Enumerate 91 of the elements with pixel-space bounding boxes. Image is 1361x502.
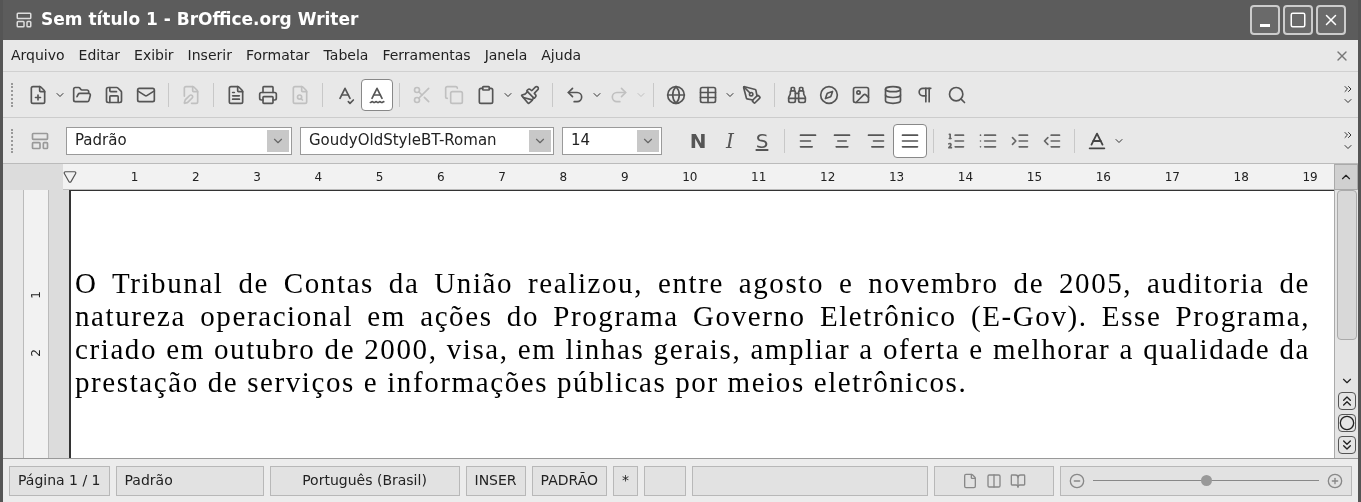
ruler-number: 15 (1026, 168, 1043, 186)
minimize-icon (1260, 24, 1270, 27)
ruler-number: 5 (375, 168, 384, 186)
window-title: Sem título 1 - BrOffice.org Writer (41, 8, 359, 32)
ruler-number: 16 (1095, 168, 1111, 186)
vertical-scrollbar[interactable] (1334, 190, 1358, 458)
format-button[interactable]: S (746, 124, 778, 157)
status-field (644, 465, 686, 496)
ruler-number: 14 (957, 168, 974, 186)
next-page-icon[interactable] (1337, 436, 1356, 454)
combo-box[interactable]: 14 (562, 126, 662, 155)
pen-icon (742, 84, 762, 105)
ruler-number: 8 (559, 168, 568, 186)
maximize-button[interactable] (1283, 5, 1313, 35)
ruler-number: 1 (130, 168, 139, 186)
globe-icon (666, 84, 686, 105)
alignment-button[interactable] (893, 123, 927, 158)
app-icon (15, 11, 33, 29)
scroll-thumb[interactable] (1336, 190, 1357, 340)
page-indicator[interactable]: Página 1 / 1 (9, 465, 110, 496)
ruler-number: 13 (888, 168, 905, 186)
zoom-icon (947, 84, 967, 105)
database-icon (883, 84, 903, 105)
zoom-out-icon[interactable] (1069, 472, 1085, 489)
close-button[interactable] (1316, 5, 1346, 35)
ruler-number: 17 (1164, 168, 1180, 186)
zoom-in-icon[interactable] (1327, 472, 1343, 489)
toolbar-grip[interactable] (11, 82, 14, 107)
combo-value: 14 (571, 130, 592, 152)
format-button[interactable]: N (682, 124, 714, 157)
menu-item[interactable]: Arquivo (11, 45, 65, 66)
scissors-icon (412, 84, 432, 105)
paintbrush-icon (520, 84, 540, 105)
ruler-number: 19 (1302, 168, 1318, 186)
page-style[interactable]: Padrão (115, 465, 264, 496)
zoom-slider-thumb[interactable] (1201, 474, 1212, 486)
menu-item[interactable]: Tabela (323, 45, 369, 66)
indent-marker-icon[interactable] (63, 169, 77, 184)
modified-indicator[interactable]: * (613, 465, 638, 496)
document-paragraph[interactable]: O Tribunal de Contas da União realizou, entre agosto e novembro de 2005, auditoria de natureza operacional em ações do Programa Governo Eletrônico (E-Gov). Esse Programa, criado em outubro de 2000, visa, em linhas gerais, ampliar a oferta e melhorar a qualidade da prestação de serviços e informações públicas por meios eletrônicos. (75, 267, 1310, 399)
copy-icon (444, 84, 464, 105)
ruler-number: 9 (620, 168, 629, 186)
menu-item[interactable]: Exibir (134, 45, 174, 66)
pdf-document-icon (226, 84, 246, 105)
toolbar-grip[interactable] (11, 128, 14, 153)
menu-item[interactable]: Ferramentas (382, 45, 471, 66)
menu-item[interactable]: Editar (78, 45, 121, 66)
selection-mode[interactable]: PADRÃO (531, 465, 607, 496)
ruler-number: 10 (682, 168, 698, 186)
combo-box[interactable]: GoudyOldStyleBT-Roman (300, 126, 554, 155)
folder-icon (72, 84, 92, 105)
maximize-icon (1289, 11, 1307, 29)
binoculars-icon (787, 84, 807, 105)
ruler-number: 3 (253, 168, 261, 186)
toolbar-button[interactable] (361, 78, 393, 111)
minimize-button[interactable] (1250, 5, 1280, 35)
combo-value: GoudyOldStyleBT-Roman (309, 130, 498, 152)
ruler-number: 12 (820, 168, 836, 186)
ruler-number: 11 (751, 168, 767, 186)
language-indicator[interactable]: Português (Brasil) (269, 465, 460, 496)
menu-item[interactable]: Formatar (245, 45, 310, 66)
ruler-number: 6 (437, 168, 445, 186)
single-page-icon[interactable] (962, 472, 978, 489)
save-icon (104, 84, 124, 105)
insert-mode[interactable]: INSER (465, 465, 526, 496)
format-button[interactable]: I (714, 124, 746, 157)
table-icon (698, 84, 718, 105)
page-preview-icon (290, 84, 310, 105)
gallery-icon (851, 84, 871, 105)
compass-icon (819, 84, 839, 105)
ruler-number: 2 (28, 349, 44, 357)
combo-value: Padrão (75, 130, 128, 152)
book-view-icon[interactable] (1010, 472, 1026, 489)
printer-icon (258, 84, 278, 105)
ruler-number: 2 (191, 168, 200, 186)
clipboard-icon (476, 84, 496, 105)
navigation-icon[interactable] (1337, 414, 1356, 432)
redo-icon (609, 84, 629, 105)
menu-item[interactable]: Janela (484, 45, 528, 66)
previous-page-icon[interactable] (1337, 392, 1356, 410)
menu-item[interactable]: Ajuda (541, 45, 582, 66)
edit-document-icon (181, 84, 201, 105)
new-document-icon (28, 84, 48, 105)
ruler-number: 7 (498, 168, 506, 186)
menu-item[interactable]: Inserir (187, 45, 232, 66)
ruler-number: 18 (1233, 168, 1249, 186)
ruler-number: 1 (28, 291, 44, 299)
undo-icon (565, 84, 585, 105)
ruler-number: 4 (314, 168, 323, 186)
combo-box[interactable]: Padrão (66, 126, 292, 155)
scroll-up-button[interactable] (1334, 164, 1358, 190)
